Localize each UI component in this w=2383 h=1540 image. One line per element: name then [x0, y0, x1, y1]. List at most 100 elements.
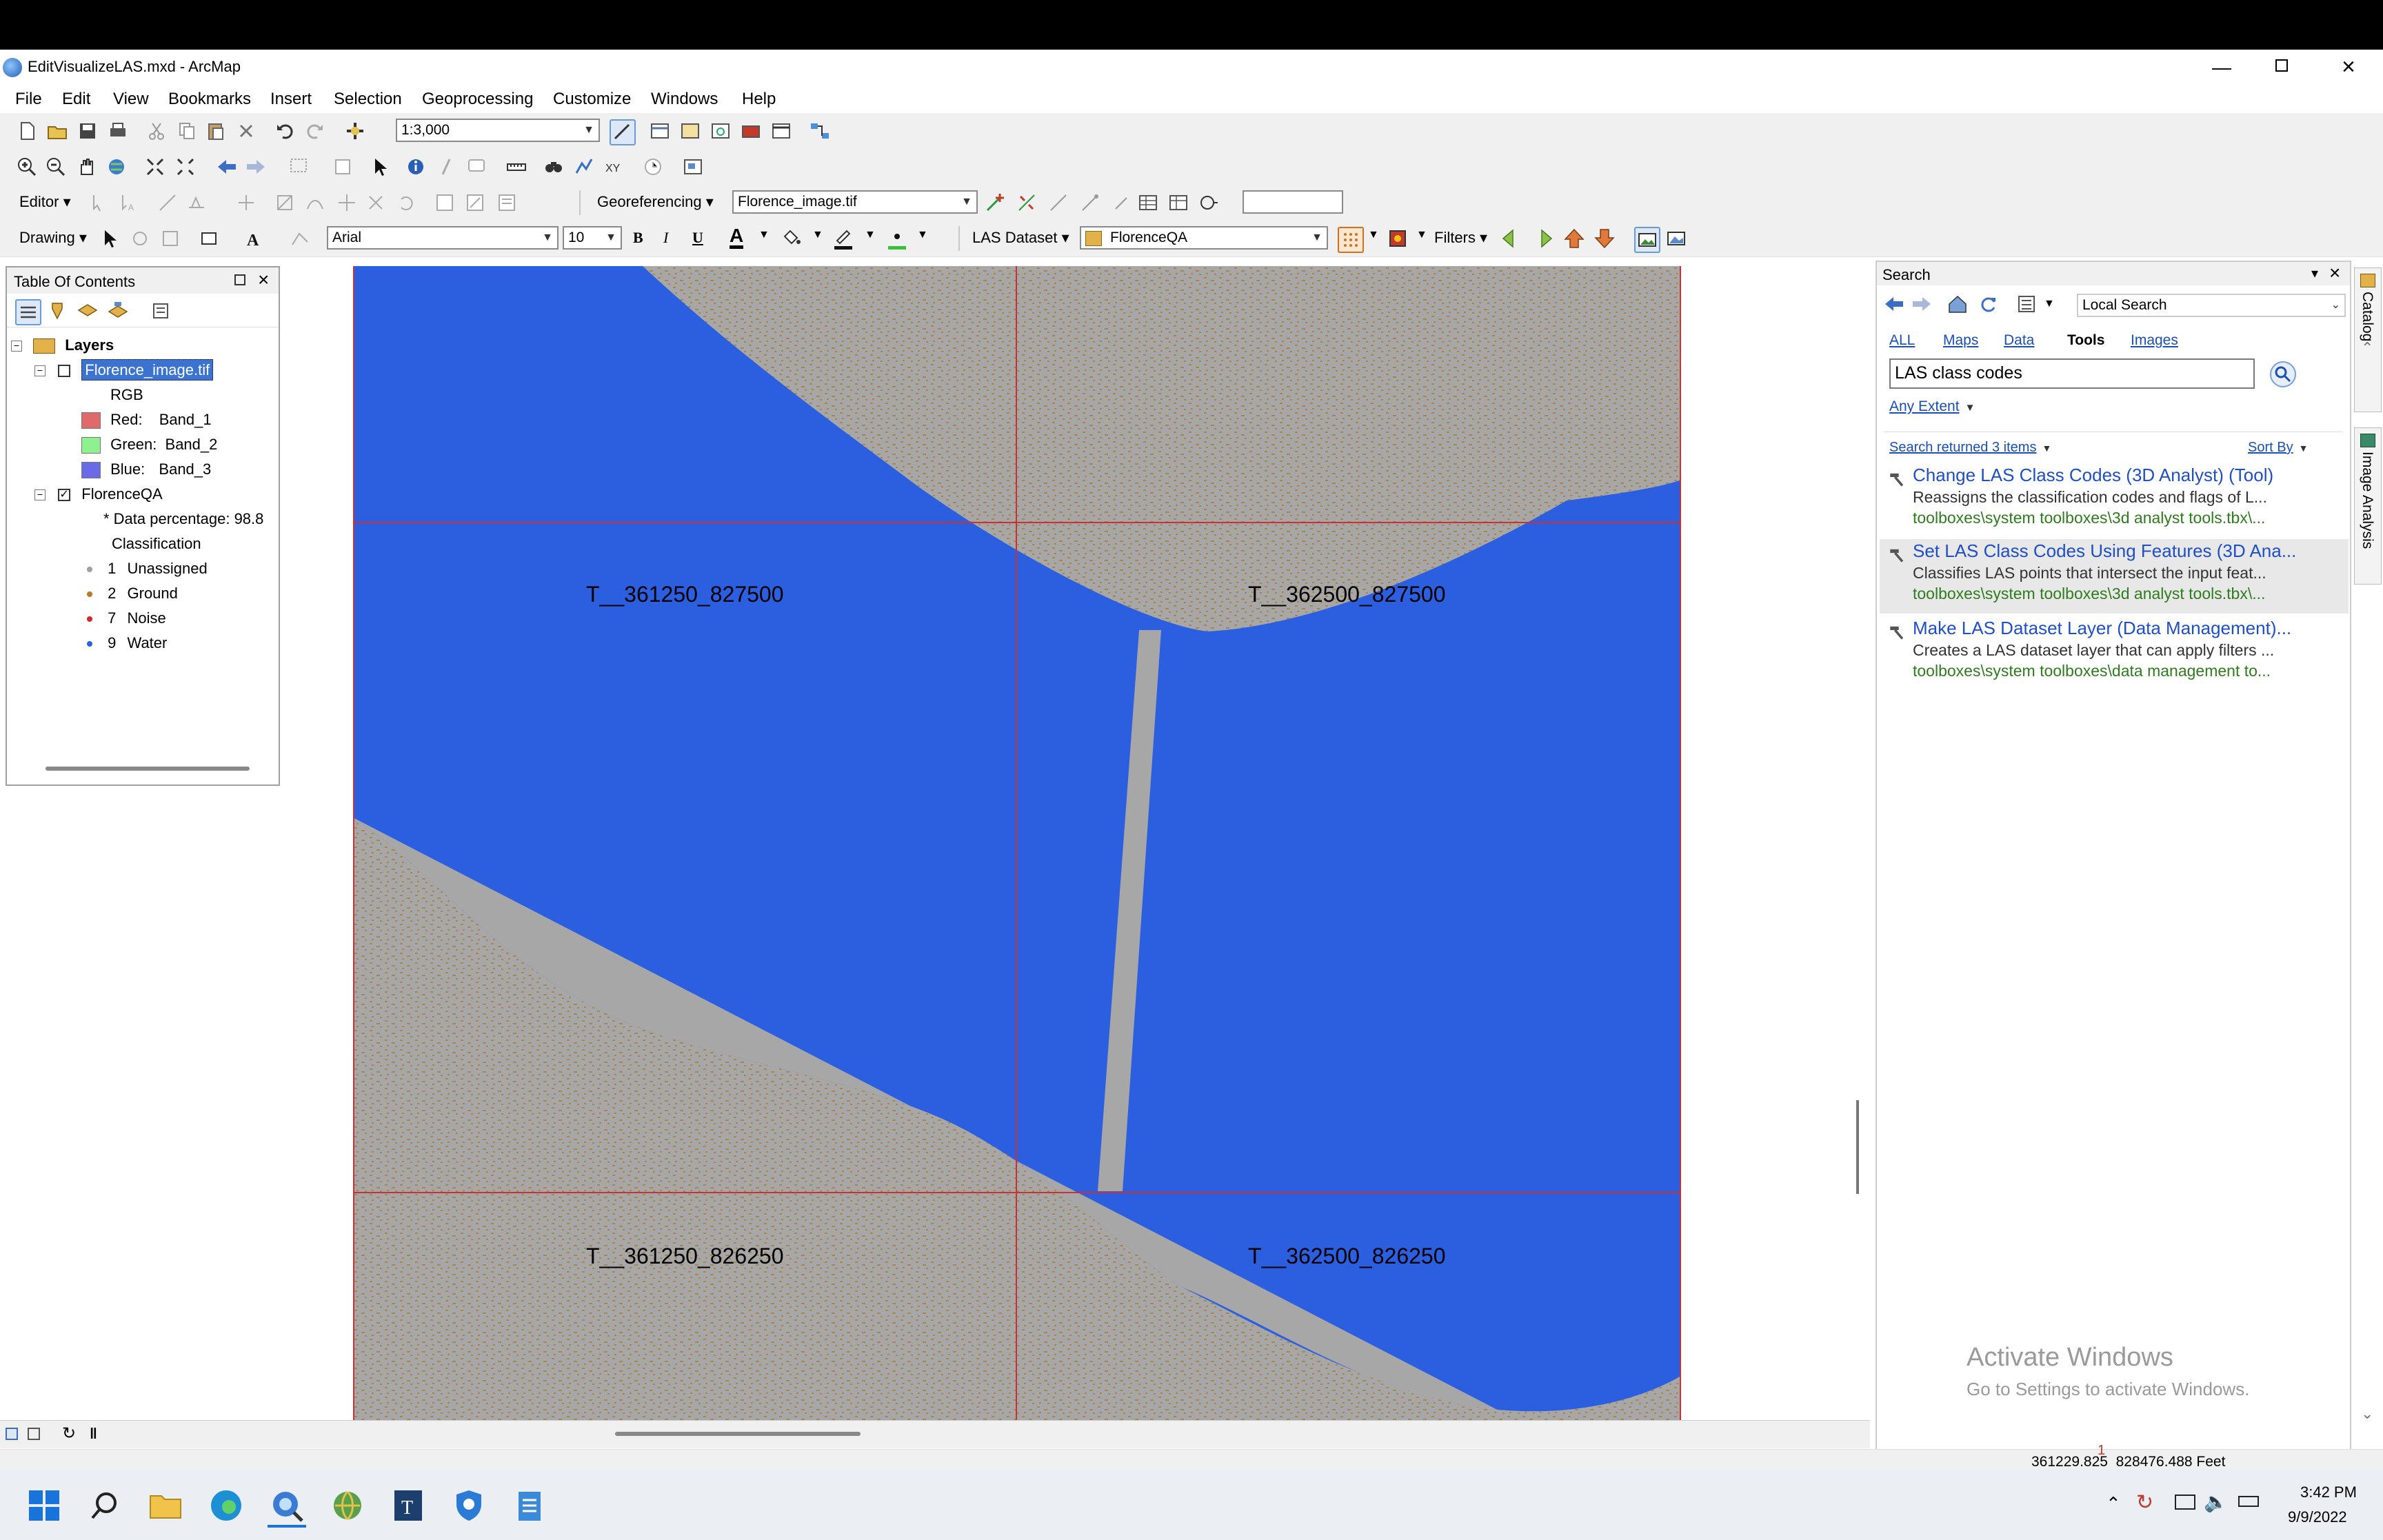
las-layer-name[interactable]: FlorenceQA: [81, 485, 162, 503]
tray-volume-icon[interactable]: 🔈: [2204, 1490, 2228, 1513]
hyperlink-icon[interactable]: [434, 155, 458, 179]
menu-windows[interactable]: Windows: [651, 90, 718, 109]
search-forward-icon[interactable]: [1910, 292, 1933, 316]
new-text-icon[interactable]: A: [241, 227, 265, 250]
search-go-icon[interactable]: [2270, 361, 2296, 387]
marker-color-dropdown-icon[interactable]: ▼: [917, 229, 928, 241]
tab-data[interactable]: Data: [2004, 332, 2034, 349]
line-color-icon[interactable]: [832, 227, 855, 250]
tab-images[interactable]: Images: [2131, 332, 2178, 349]
split-tool-icon[interactable]: [273, 191, 296, 214]
raster-layer-row[interactable]: − Florence_image.tif: [34, 359, 214, 381]
map-scale-combo[interactable]: 1:3,000 ▼: [396, 119, 600, 142]
list-by-visibility-icon[interactable]: [76, 299, 99, 323]
view-link-table-icon[interactable]: [1047, 191, 1070, 214]
python-window-icon[interactable]: [770, 119, 793, 143]
collapse-icon[interactable]: −: [11, 341, 22, 352]
las-points-display-icon[interactable]: [1338, 227, 1364, 253]
tab-all[interactable]: ALL: [1889, 332, 1915, 349]
las-visibility-checkbox[interactable]: ✓: [58, 489, 71, 502]
raster-layer-name[interactable]: Florence_image.tif: [81, 359, 214, 381]
zoom-in-icon[interactable]: [15, 155, 39, 179]
rotate-element-icon[interactable]: [128, 227, 152, 250]
go-forward-icon[interactable]: [244, 155, 268, 179]
layers-group-row[interactable]: − Layers: [11, 336, 114, 354]
paste-icon[interactable]: [204, 119, 228, 143]
add-data-icon[interactable]: [343, 119, 367, 143]
construction-tools-icon[interactable]: [185, 191, 208, 214]
search-refresh-icon[interactable]: [1976, 292, 2000, 316]
menu-selection[interactable]: Selection: [334, 90, 402, 109]
editor-toolbar-icon[interactable]: [610, 119, 636, 145]
tray-battery-icon[interactable]: [2238, 1496, 2259, 1507]
search-window-icon[interactable]: [709, 119, 732, 143]
edit-annotation-icon[interactable]: A: [116, 191, 139, 214]
rotation-input[interactable]: [1243, 190, 1343, 214]
fixed-zoom-out-icon[interactable]: [174, 155, 197, 179]
identify-icon[interactable]: [404, 155, 428, 179]
minimize-icon[interactable]: —: [2212, 57, 2231, 79]
search-options-icon[interactable]: [2015, 292, 2038, 316]
tray-chevron-up-icon[interactable]: ⌃: [2106, 1493, 2121, 1514]
security-shield-icon[interactable]: [450, 1486, 488, 1525]
find-icon[interactable]: [542, 155, 565, 179]
line-color-dropdown-icon[interactable]: ▼: [865, 229, 876, 241]
las-points-dropdown-icon[interactable]: ▼: [1368, 229, 1379, 241]
select-elements-icon[interactable]: [368, 155, 392, 179]
full-extent-icon[interactable]: [105, 155, 128, 179]
map-view[interactable]: T__361250_827500 T__362500_827500 T__361…: [285, 266, 1859, 1468]
search-result-item[interactable]: Make LAS Dataset Layer (Data Management)…: [1880, 616, 2349, 691]
split-line-icon[interactable]: [364, 191, 388, 214]
taskbar-date[interactable]: 9/9/2022: [2288, 1508, 2347, 1526]
time-slider-icon[interactable]: [641, 155, 665, 179]
menu-geoprocessing[interactable]: Geoprocessing: [422, 90, 533, 109]
start-icon[interactable]: [25, 1486, 63, 1525]
rotate-icon[interactable]: [394, 191, 418, 214]
reshape-icon[interactable]: [303, 191, 327, 214]
font-color-dropdown-icon[interactable]: ▼: [758, 229, 770, 241]
map-vertical-scrollbar[interactable]: [1856, 1100, 1859, 1194]
georef-table-icon[interactable]: [1167, 191, 1190, 214]
list-by-selection-icon[interactable]: [106, 299, 130, 323]
close-window-icon[interactable]: ×: [2342, 54, 2355, 81]
notepad-icon[interactable]: [510, 1486, 549, 1525]
list-by-source-icon[interactable]: [46, 299, 69, 323]
transform-dropdown-icon[interactable]: [1197, 191, 1220, 214]
menu-customize[interactable]: Customize: [553, 90, 631, 109]
profile-up-icon[interactable]: [1562, 227, 1586, 250]
restore-icon[interactable]: [2275, 59, 2288, 72]
modelbuilder-icon[interactable]: [808, 119, 832, 143]
sort-by-dropdown[interactable]: Sort By ▼: [2248, 440, 2308, 456]
file-explorer-icon[interactable]: [146, 1486, 185, 1525]
layout-view-icon[interactable]: [28, 1428, 40, 1440]
taskbar-time[interactable]: 3:42 PM: [2300, 1483, 2357, 1501]
search-result-item[interactable]: Change LAS Class Codes (3D Analyst) (Too…: [1880, 463, 2349, 538]
fill-color-dropdown-icon[interactable]: ▼: [812, 229, 823, 241]
menu-help[interactable]: Help: [742, 90, 776, 109]
georeference-layer-combo[interactable]: Florence_image.tif ▼: [732, 190, 978, 214]
las-layer-combo[interactable]: FlorenceQA ▼: [1080, 226, 1328, 250]
rotate-raster-icon[interactable]: [1078, 191, 1102, 214]
arctoolbox-icon[interactable]: [739, 119, 763, 143]
edit-vertices-icon[interactable]: [288, 227, 312, 250]
result-title[interactable]: Set LAS Class Codes Using Features (3D A…: [1913, 540, 2296, 562]
tray-sync-icon[interactable]: ↻: [2136, 1490, 2153, 1514]
menu-file[interactable]: File: [15, 90, 42, 109]
search-home-icon[interactable]: [1946, 292, 1969, 316]
search-result-item[interactable]: Set LAS Class Codes Using Features (3D A…: [1880, 539, 2349, 614]
underline-button[interactable]: U: [692, 229, 703, 247]
result-title[interactable]: Change LAS Class Codes (3D Analyst) (Too…: [1913, 465, 2273, 486]
new-document-icon[interactable]: [15, 119, 39, 143]
close-icon[interactable]: ×: [258, 269, 269, 291]
arcmap-taskbar-icon[interactable]: [268, 1486, 306, 1528]
search-returned-dropdown[interactable]: Search returned 3 items ▼: [1889, 440, 2051, 456]
las-layer-row[interactable]: − ✓ FlorenceQA: [34, 485, 163, 503]
find-route-icon[interactable]: [572, 155, 596, 179]
las-3d-view-icon[interactable]: [1665, 227, 1688, 250]
toc-horizontal-scrollbar[interactable]: [46, 767, 250, 771]
list-by-drawing-order-icon[interactable]: [15, 299, 41, 325]
italic-button[interactable]: I: [663, 229, 668, 247]
collapse-icon[interactable]: −: [34, 489, 46, 501]
editor-menu[interactable]: Editor ▾: [19, 193, 71, 211]
delete-icon[interactable]: [234, 119, 258, 143]
